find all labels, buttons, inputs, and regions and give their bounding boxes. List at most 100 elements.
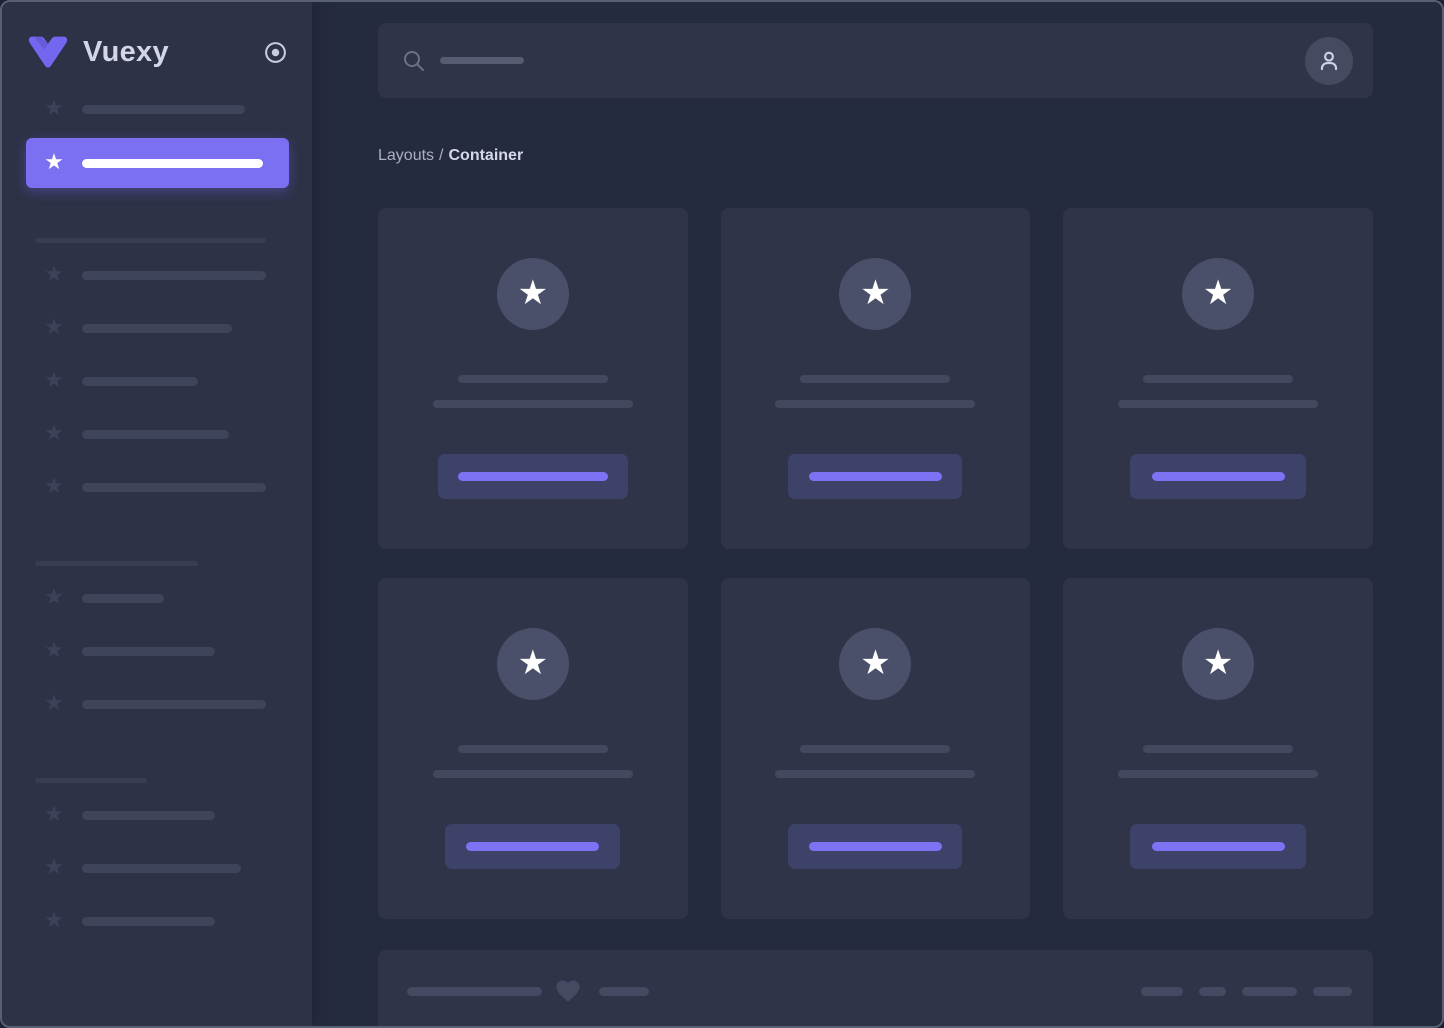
footer-links-group bbox=[1141, 986, 1352, 996]
star-icon: ★ bbox=[517, 272, 549, 313]
radio-circle-icon bbox=[265, 41, 286, 63]
card-title-placeholder bbox=[800, 745, 951, 753]
star-icon: ★ bbox=[517, 642, 549, 683]
vuexy-logo-icon bbox=[28, 36, 68, 68]
card-text-placeholder bbox=[775, 770, 976, 778]
menu-label-placeholder bbox=[82, 104, 245, 114]
card-action-button[interactable] bbox=[445, 824, 621, 869]
star-icon: ★ bbox=[44, 150, 64, 175]
star-icon: ★ bbox=[44, 638, 64, 663]
card-avatar: ★ bbox=[839, 628, 912, 700]
app-window: Vuexy ★ ★ ★ ★ ★ ★ ★ ★ ★ ★ ★ ★ ★ Layouts … bbox=[0, 0, 1444, 1028]
sidebar-item-active[interactable]: ★ bbox=[26, 138, 289, 188]
menu-label-placeholder bbox=[82, 810, 215, 820]
sidebar-header: Vuexy bbox=[2, 2, 312, 69]
card-action-button[interactable] bbox=[788, 824, 963, 869]
placeholder-card: ★ bbox=[1063, 208, 1373, 549]
sidebar-item[interactable]: ★ bbox=[42, 97, 288, 121]
card-text-placeholder bbox=[432, 770, 633, 778]
menu-section-header-placeholder bbox=[35, 778, 147, 783]
search-placeholder bbox=[440, 57, 524, 64]
menu-label-placeholder bbox=[82, 158, 263, 168]
sidebar-item[interactable]: ★ bbox=[42, 586, 288, 610]
card-title-placeholder bbox=[1143, 745, 1294, 753]
card-text-placeholder bbox=[1118, 400, 1319, 408]
sidebar-item[interactable]: ★ bbox=[42, 475, 288, 499]
card-text-placeholder bbox=[432, 400, 633, 408]
user-avatar-button[interactable] bbox=[1305, 36, 1353, 85]
card-action-button[interactable] bbox=[1130, 824, 1307, 869]
menu-label-placeholder bbox=[82, 482, 266, 492]
star-icon: ★ bbox=[1202, 642, 1234, 683]
menu-label-placeholder bbox=[82, 916, 215, 926]
menu-label-placeholder bbox=[82, 646, 215, 656]
menu-label-placeholder bbox=[82, 699, 266, 709]
star-icon: ★ bbox=[44, 585, 64, 610]
card-action-button[interactable] bbox=[788, 454, 963, 499]
placeholder-card: ★ bbox=[378, 208, 688, 549]
menu-label-placeholder bbox=[82, 376, 198, 386]
star-icon: ★ bbox=[44, 908, 64, 933]
button-label-placeholder bbox=[808, 472, 942, 481]
footer-link-placeholder bbox=[1199, 986, 1226, 996]
card-grid: ★ ★ ★ ★ ★ ★ bbox=[378, 208, 1373, 919]
footer-text-placeholder bbox=[407, 986, 542, 996]
sidebar-item[interactable]: ★ bbox=[42, 639, 288, 663]
sidebar-item[interactable]: ★ bbox=[42, 803, 288, 827]
menu-label-placeholder bbox=[82, 429, 229, 439]
sidebar-item[interactable]: ★ bbox=[42, 263, 288, 287]
star-icon: ★ bbox=[1202, 272, 1234, 313]
card-title-placeholder bbox=[457, 375, 608, 383]
footer-text-placeholder bbox=[599, 986, 649, 996]
star-icon: ★ bbox=[44, 855, 64, 880]
breadcrumb-parent[interactable]: Layouts bbox=[378, 147, 434, 164]
menu-label-placeholder bbox=[82, 593, 164, 603]
placeholder-card: ★ bbox=[720, 578, 1031, 919]
sidebar-item[interactable]: ★ bbox=[42, 909, 288, 933]
placeholder-card: ★ bbox=[1063, 578, 1373, 919]
sidebar-item[interactable]: ★ bbox=[42, 856, 288, 880]
brand-name: Vuexy bbox=[83, 35, 169, 68]
star-icon: ★ bbox=[44, 691, 64, 716]
star-icon: ★ bbox=[44, 802, 64, 827]
card-text-placeholder bbox=[1118, 770, 1319, 778]
menu-section-header-placeholder bbox=[35, 238, 266, 243]
card-title-placeholder bbox=[800, 375, 951, 383]
star-icon: ★ bbox=[44, 474, 64, 499]
person-icon bbox=[1320, 51, 1338, 70]
button-label-placeholder bbox=[808, 842, 942, 851]
button-label-placeholder bbox=[1151, 842, 1285, 851]
heart-icon[interactable] bbox=[554, 978, 582, 1004]
breadcrumb: Layouts / Container bbox=[378, 147, 1373, 165]
footer-row bbox=[407, 980, 1352, 1002]
menu-label-placeholder bbox=[82, 270, 266, 280]
sidebar-menu: ★ ★ ★ ★ ★ ★ ★ ★ ★ ★ ★ ★ ★ bbox=[2, 97, 312, 933]
star-icon: ★ bbox=[44, 368, 64, 393]
card-avatar: ★ bbox=[839, 258, 912, 330]
search-bar[interactable] bbox=[378, 23, 1373, 98]
star-icon: ★ bbox=[44, 315, 64, 340]
sidebar-item[interactable]: ★ bbox=[42, 692, 288, 716]
button-label-placeholder bbox=[1151, 472, 1285, 481]
card-avatar: ★ bbox=[1182, 258, 1255, 330]
sidebar-item[interactable]: ★ bbox=[42, 369, 288, 393]
menu-pin-toggle[interactable] bbox=[263, 40, 288, 65]
placeholder-card: ★ bbox=[378, 578, 688, 919]
sidebar-item[interactable]: ★ bbox=[42, 316, 288, 340]
sidebar: Vuexy ★ ★ ★ ★ ★ ★ ★ ★ ★ ★ ★ ★ ★ bbox=[2, 2, 312, 1026]
card-avatar: ★ bbox=[496, 628, 569, 700]
card-action-button[interactable] bbox=[437, 454, 628, 499]
card-title-placeholder bbox=[457, 745, 608, 753]
card-text-placeholder bbox=[775, 400, 976, 408]
sidebar-item[interactable]: ★ bbox=[42, 422, 288, 446]
footer-link-placeholder bbox=[1141, 986, 1183, 996]
brand-logo-link[interactable]: Vuexy bbox=[26, 35, 263, 69]
button-label-placeholder bbox=[457, 472, 608, 481]
menu-label-placeholder bbox=[82, 863, 241, 873]
card-action-button[interactable] bbox=[1130, 454, 1307, 499]
star-icon: ★ bbox=[860, 272, 891, 313]
card-avatar: ★ bbox=[496, 258, 569, 330]
main-content: Layouts / Container ★ ★ ★ ★ ★ ★ bbox=[312, 2, 1442, 1026]
footer-card bbox=[378, 950, 1373, 1026]
placeholder-card: ★ bbox=[720, 208, 1031, 549]
